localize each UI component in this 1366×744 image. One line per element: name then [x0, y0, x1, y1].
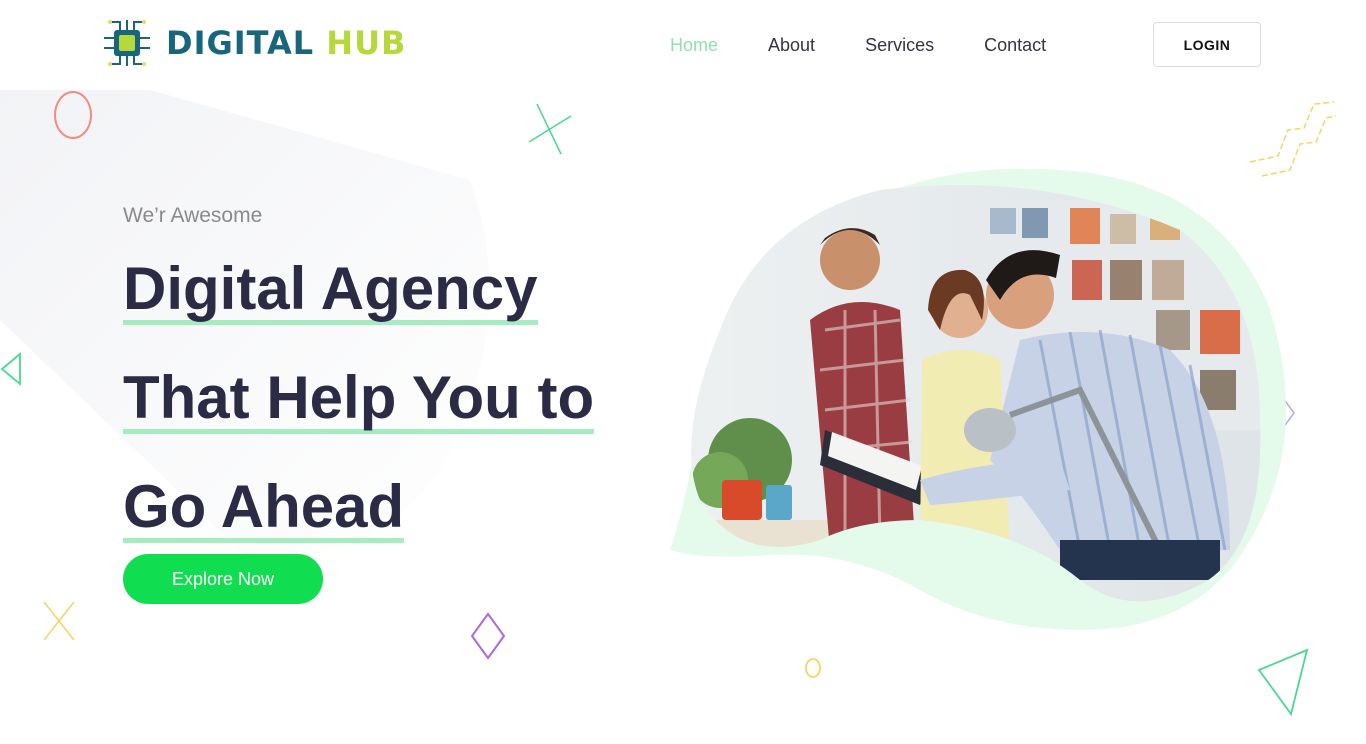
- nav-item-contact[interactable]: Contact: [984, 33, 1046, 57]
- brand-name: DIGITAL HUB: [166, 27, 406, 59]
- headline-line-3: Go Ahead: [123, 476, 405, 543]
- hero-eyebrow: We’r Awesome: [123, 204, 263, 227]
- nav-item-about[interactable]: About: [768, 33, 815, 57]
- site-header: DIGITAL HUB Home About Services Contact …: [0, 0, 1366, 90]
- headline-line-1: Digital Agency: [123, 258, 538, 325]
- cross-deco-icon: [528, 103, 572, 155]
- small-circle-deco-icon: [805, 658, 821, 678]
- nav-item-home[interactable]: Home: [670, 33, 718, 57]
- main-nav: Home About Services Contact: [670, 33, 1096, 57]
- hero-headline: Digital Agency That Help You to Go Ahead: [123, 244, 595, 571]
- team-meeting-photo: [670, 168, 1286, 631]
- nav-item-services[interactable]: Services: [865, 33, 934, 57]
- triangle-green-deco-icon: [1257, 648, 1309, 716]
- brand-name-part1: DIGITAL: [166, 24, 315, 62]
- brand-logo[interactable]: DIGITAL HUB: [102, 17, 406, 69]
- chip-icon: [104, 20, 150, 66]
- explore-now-button[interactable]: Explore Now: [123, 554, 323, 604]
- circle-deco-icon: [54, 91, 92, 139]
- triangle-left-deco-icon: [0, 352, 21, 386]
- headline-line-2: That Help You to: [123, 367, 595, 434]
- brand-name-part2: HUB: [326, 24, 407, 62]
- cross-yellow-deco-icon: [43, 601, 75, 641]
- login-button[interactable]: LOGIN: [1153, 22, 1261, 67]
- diamond-purple-deco-icon: [470, 612, 506, 660]
